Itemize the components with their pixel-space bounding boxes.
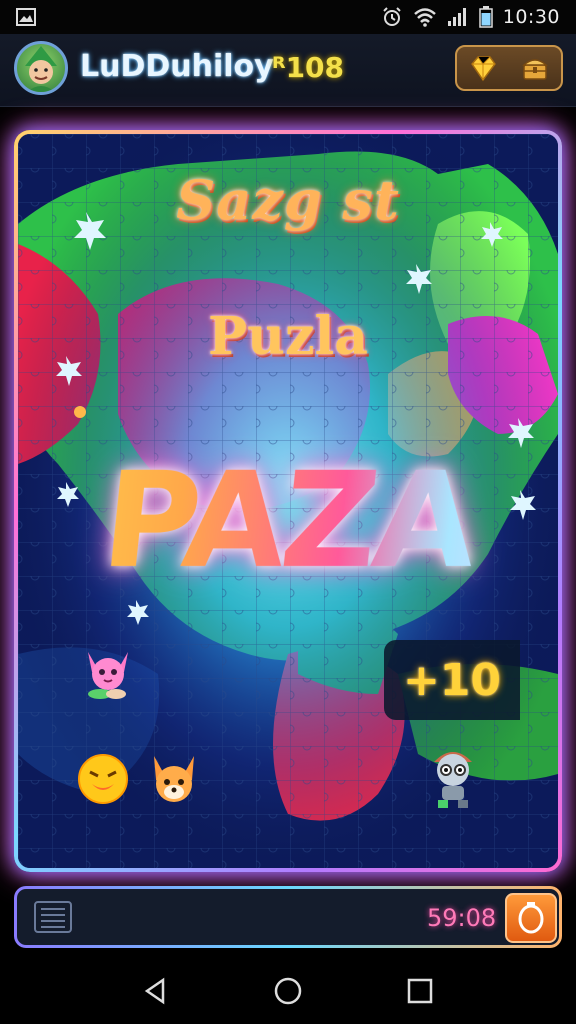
timer-button-icon <box>518 902 544 934</box>
system-nav-bar <box>0 958 576 1024</box>
player-score: ᴿ108 <box>272 51 345 84</box>
gallery-icon <box>16 8 36 26</box>
elf-avatar-icon <box>25 46 57 92</box>
top-header: LuDDuhiloy ᴿ108 <box>0 34 576 107</box>
username: LuDDuhiloy <box>80 49 274 84</box>
battery-icon <box>478 6 493 28</box>
title-line-2: Puzla <box>208 306 368 367</box>
bonus-value: +10 <box>402 654 502 706</box>
recents-button[interactable] <box>400 971 440 1011</box>
game-timer: 59:08 <box>427 904 497 932</box>
header-actions <box>455 45 563 91</box>
chest-button[interactable] <box>515 48 555 88</box>
home-button[interactable] <box>268 971 308 1011</box>
back-icon <box>144 977 165 1005</box>
home-icon <box>274 977 302 1005</box>
avatar[interactable] <box>14 41 68 95</box>
status-bar: 10:30 <box>0 0 576 34</box>
bonus-badge: +10 <box>384 640 520 720</box>
recents-icon <box>407 978 433 1004</box>
wifi-icon <box>413 7 437 27</box>
signal-icon <box>447 7 469 27</box>
timer-button[interactable] <box>505 893 557 943</box>
yellow-smiley-icon <box>78 754 128 804</box>
gem-button[interactable] <box>463 48 503 88</box>
pink-cat-icon <box>88 652 128 699</box>
puzzle-board[interactable]: Sazg st Puzla PAZA +10 <box>14 130 562 872</box>
game-logo: PAZA <box>18 444 558 598</box>
menu-button[interactable] <box>23 895 83 939</box>
robot-kid-icon <box>434 752 472 808</box>
orange-fox-icon <box>154 756 194 802</box>
gem-icon <box>471 56 496 82</box>
status-clock: 10:30 <box>502 6 560 28</box>
bottom-bar: 59:08 <box>14 886 562 948</box>
back-button[interactable] <box>136 971 176 1011</box>
alarm-icon <box>381 6 403 28</box>
menu-icon <box>34 901 72 933</box>
treasure-chest-icon <box>522 59 548 80</box>
title-line-1: Sazg st <box>176 168 400 232</box>
